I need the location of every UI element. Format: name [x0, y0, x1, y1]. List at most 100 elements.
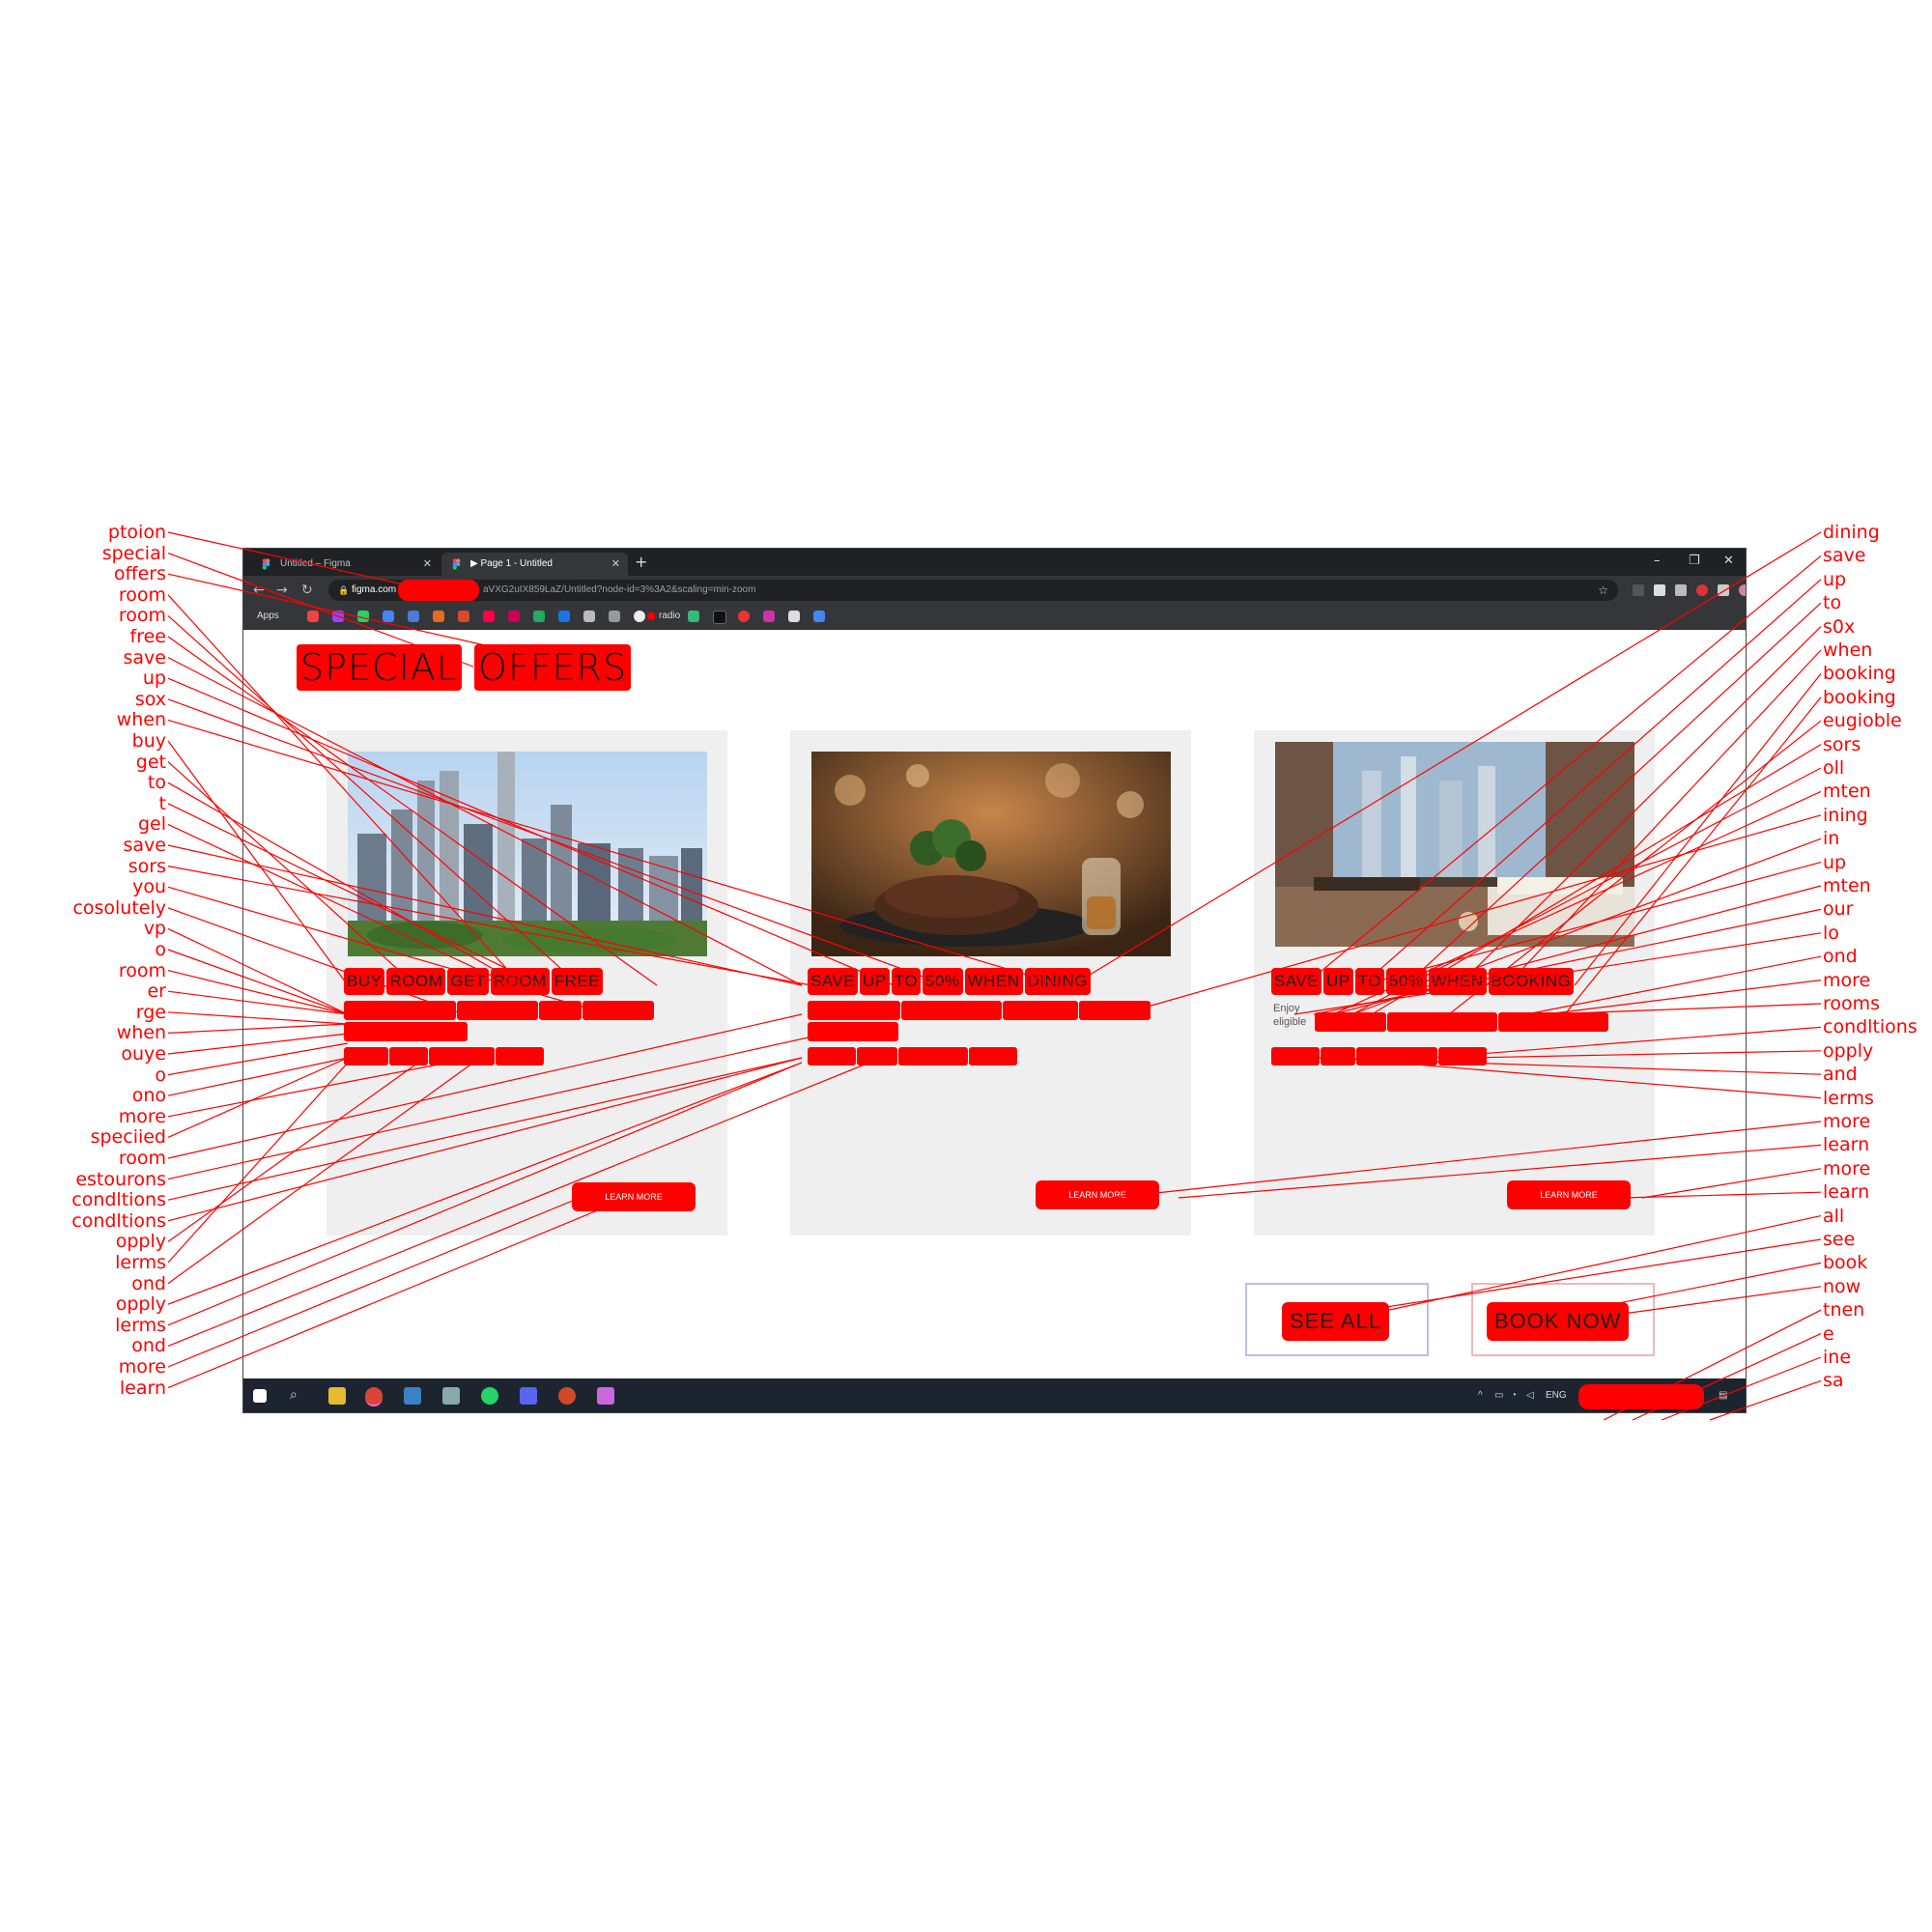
app-icon[interactable] — [442, 1387, 460, 1405]
ocr-label: opply — [115, 1231, 166, 1253]
forward-arrow-icon[interactable]: → — [276, 581, 288, 600]
redaction-mark — [398, 580, 479, 601]
file-explorer-icon[interactable] — [328, 1387, 346, 1405]
book-now-button[interactable]: BOOK NOW — [1471, 1283, 1655, 1356]
ocr-label: offers — [113, 563, 166, 585]
ocr-label: opply — [115, 1293, 166, 1316]
bookmark-star-icon[interactable]: ☆ — [1598, 580, 1608, 601]
new-tab-button[interactable]: + — [635, 552, 647, 573]
wifi-icon[interactable]: ◔ — [1511, 1390, 1517, 1401]
globe-icon[interactable] — [634, 611, 645, 622]
powerpoint-icon[interactable] — [558, 1387, 576, 1405]
title-word: ROOM — [386, 968, 446, 995]
ocr-label: lerms — [115, 1314, 166, 1336]
ocr-label: dining — [1823, 522, 1880, 543]
chevron-up-icon[interactable]: ^ — [1478, 1390, 1483, 1401]
battery-icon: ▭ — [1494, 1390, 1504, 1401]
radio-bookmark[interactable]: radio — [659, 609, 680, 624]
discord-icon[interactable] — [520, 1387, 537, 1405]
ocr-label: vp — [143, 918, 166, 940]
ocr-label: gel — [137, 813, 166, 836]
chrome-icon[interactable] — [365, 1387, 383, 1406]
title-word: BOOKING — [1488, 968, 1575, 995]
ocr-label: speciied — [90, 1126, 166, 1149]
extension-icon[interactable] — [1675, 584, 1687, 596]
url-host: figma.com — [352, 584, 397, 595]
bookmark-icon[interactable] — [483, 611, 495, 622]
bookmark-icon[interactable] — [383, 611, 394, 622]
tab-figma[interactable]: Untitled – Figma ✕ — [251, 553, 440, 576]
whatsapp-icon[interactable] — [357, 611, 369, 622]
learn-more-button[interactable]: LEARN MORE — [1036, 1180, 1159, 1209]
ocr-label: rooms — [1823, 993, 1881, 1014]
bookmark-icon[interactable] — [533, 611, 545, 622]
tiktok-icon[interactable] — [713, 611, 726, 624]
language-indicator[interactable]: ENG — [1546, 1390, 1567, 1401]
bookmark-icon[interactable] — [609, 611, 620, 622]
ocr-label: up — [142, 668, 166, 690]
bookmark-icon[interactable] — [508, 611, 520, 622]
bookmark-icon[interactable] — [458, 611, 469, 622]
restore-button[interactable]: ❐ — [1689, 551, 1700, 572]
learn-more-button[interactable]: LEARN MORE — [1507, 1180, 1631, 1209]
ocr-label: er — [147, 980, 166, 1003]
ocr-label: estourons — [75, 1168, 166, 1190]
bookmark-icon[interactable] — [307, 611, 319, 622]
volume-icon[interactable]: ◁ — [1526, 1390, 1534, 1401]
title-word: UP — [860, 968, 890, 995]
card-title: SAVE UP TO 50% WHEN BOOKING — [1271, 968, 1576, 995]
instagram-icon[interactable] — [763, 611, 775, 622]
title-word: 50% — [1386, 968, 1427, 995]
title-word: SAVE — [808, 968, 859, 995]
title-word: SAVE — [1271, 968, 1322, 995]
title-word: DINING — [1024, 968, 1092, 995]
ocr-label: eugioble — [1823, 710, 1902, 732]
extension-icon[interactable] — [1654, 584, 1665, 596]
close-window-button[interactable]: ✕ — [1723, 551, 1734, 572]
windows-start-icon[interactable] — [253, 1389, 267, 1403]
minimize-button[interactable]: – — [1654, 551, 1661, 572]
app-icon[interactable] — [597, 1387, 614, 1405]
address-bar[interactable]: 🔒 figma.com aVXG2uIX859LaZ/Untitled?node… — [328, 580, 1618, 601]
bookmark-icon[interactable] — [583, 611, 595, 622]
ocr-label: sa — [1823, 1370, 1844, 1392]
bookmark-icon[interactable] — [558, 611, 570, 622]
whatsapp-icon[interactable] — [481, 1387, 498, 1405]
apps-bookmark[interactable]: Apps — [257, 609, 279, 624]
flask-icon[interactable] — [788, 611, 800, 622]
learn-more-button[interactable]: LEARN MORE — [572, 1182, 696, 1211]
offer-card-1: BUY ROOM GET ROOM FREE LEARN MORE — [327, 730, 727, 1236]
close-icon[interactable]: ✕ — [611, 553, 620, 576]
bookmark-icon[interactable] — [688, 611, 699, 622]
puzzle-icon[interactable] — [1718, 584, 1729, 596]
close-icon[interactable]: ✕ — [423, 553, 432, 576]
see-all-button[interactable]: SEE ALL — [1245, 1283, 1429, 1356]
bookmark-icon[interactable] — [332, 611, 344, 622]
search-icon[interactable]: ⌕ — [290, 1387, 307, 1405]
card-description: Enjoy eligible — [1271, 1001, 1638, 1034]
bookmark-icon[interactable] — [408, 611, 419, 622]
mail-icon[interactable] — [404, 1387, 421, 1405]
ocr-label: when — [116, 709, 166, 731]
reload-icon[interactable]: ↻ — [301, 581, 313, 600]
avatar[interactable] — [1739, 584, 1746, 596]
ocr-label: save — [123, 646, 166, 668]
tab-page-1[interactable]: ▶ Page 1 - Untitled ✕ — [441, 553, 628, 576]
back-arrow-icon[interactable]: ← — [253, 581, 265, 600]
ocr-label: o — [155, 939, 166, 960]
ocr-label: book — [1823, 1252, 1868, 1274]
bookmark-icon[interactable] — [738, 611, 750, 622]
ocr-label: learn — [1823, 1134, 1870, 1156]
ocr-label: to — [147, 772, 166, 794]
bookmark-icon[interactable] — [813, 611, 825, 622]
ocr-label: room — [118, 1148, 166, 1169]
notifications-icon[interactable]: ▤ — [1719, 1390, 1727, 1401]
youtube-icon[interactable] — [647, 612, 655, 620]
ocr-label: mten — [1823, 875, 1871, 896]
extension-icon[interactable] — [1633, 584, 1644, 596]
title-word: TO — [1354, 968, 1385, 995]
bookmark-icon[interactable] — [433, 611, 444, 622]
ocr-label: room — [118, 605, 166, 627]
card-terms-redacted — [1271, 1047, 1488, 1065]
extension-icon[interactable] — [1696, 584, 1708, 596]
